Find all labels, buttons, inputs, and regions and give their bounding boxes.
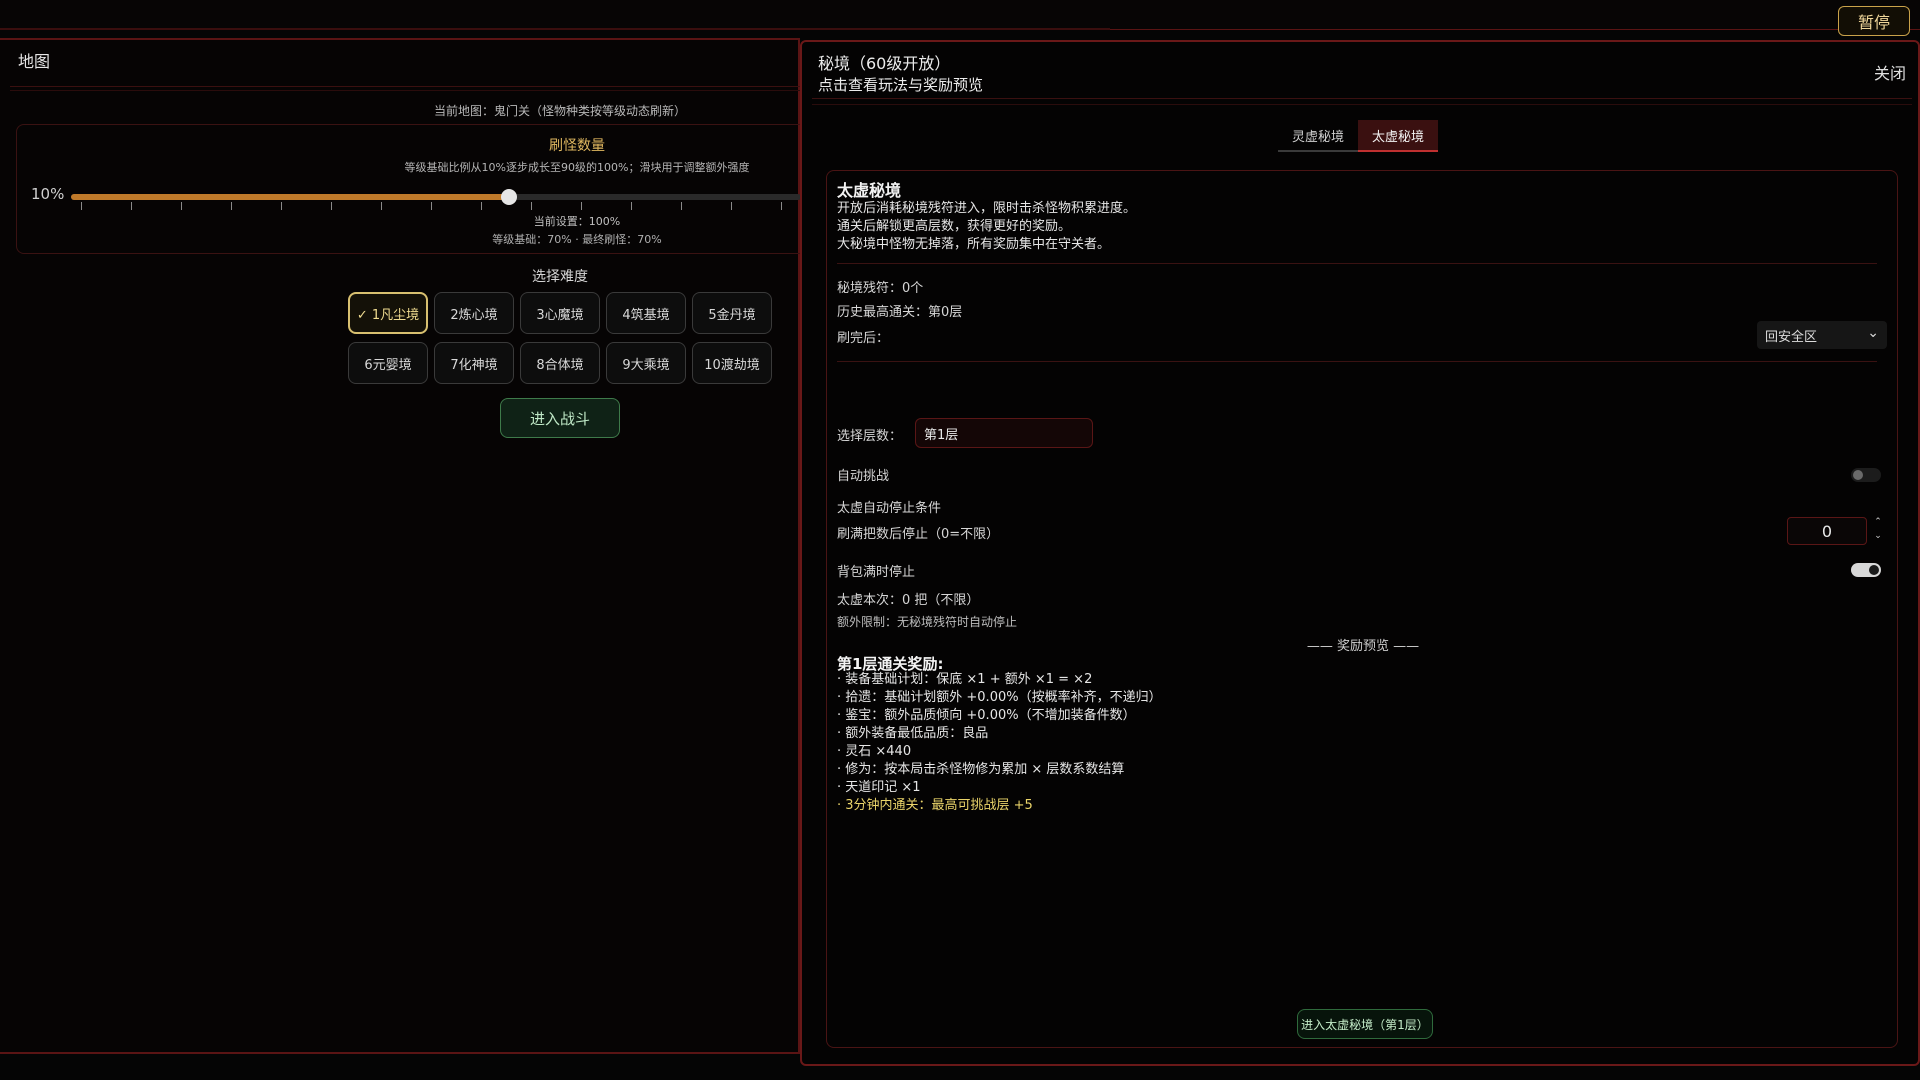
modal-subtitle: 点击查看玩法与奖励预览 [818, 76, 984, 94]
reward-item: · 拾遗：基础计划额外 +0.00%（按概率补齐，不递归） [837, 690, 1162, 705]
pause-button[interactable]: 暂停 [1838, 6, 1910, 36]
map-panel-title: 地图 [18, 52, 51, 71]
slider-tick [281, 202, 282, 210]
slider-tick [581, 202, 582, 210]
reward-preview-divider: —— 奖励预览 —— [1306, 639, 1420, 654]
slider-tick [481, 202, 482, 210]
auto-challenge-label: 自动挑战 [837, 469, 890, 484]
reward-item: · 修为：按本局击杀怪物修为累加 × 层数系数结算 [837, 762, 1125, 777]
spin-up-icon[interactable]: ⌃ [1871, 515, 1885, 529]
difficulty-option[interactable]: 5金丹境 [692, 292, 772, 334]
reward-item: · 装备基础计划：保底 ×1 + 额外 ×1 = ×2 [837, 672, 1093, 687]
toggle-knob [1853, 470, 1863, 480]
bag-full-label: 背包满时停止 [837, 565, 916, 580]
reward-item: · 额外装备最低品质：良品 [837, 726, 989, 741]
realm-tabs: 灵虚秘境 太虚秘境 [1278, 120, 1439, 152]
realm-desc-line: 通关后解锁更高层数，获得更好的奖励。 [837, 219, 1072, 234]
divider [10, 90, 800, 91]
difficulty-option[interactable]: 3心魔境 [520, 292, 600, 334]
difficulty-grid: ✓ 1凡尘境 2炼心境 3心魔境 4筑基境 5金丹境 6元婴境 7化神境 8合体境 9大乘境 10… [348, 292, 772, 384]
bag-full-toggle[interactable] [1851, 563, 1881, 577]
realm-desc-line: 开放后消耗秘境残符进入，限时击杀怪物积累进度。 [837, 201, 1137, 216]
difficulty-option[interactable]: 6元婴境 [348, 342, 428, 384]
difficulty-option[interactable]: 4筑基境 [606, 292, 686, 334]
slider-tick [681, 202, 682, 210]
after-clear-label: 刷完后： [837, 331, 890, 346]
monster-count-box: 刷怪数量 等级基础比例从10%逐步成长至90级的100%；滑块用于调整额外强度 … [16, 124, 816, 254]
realm-content-box: 太虚秘境 开放后消耗秘境残符进入，限时击杀怪物积累进度。 通关后解锁更高层数，获… [826, 170, 1898, 1048]
stop-after-input[interactable]: 0 [1787, 517, 1867, 545]
slider-tick [381, 202, 382, 210]
slider-tick [531, 202, 532, 210]
enter-battle-button[interactable]: 进入战斗 [500, 398, 620, 438]
divider [812, 104, 1912, 105]
slider-tick [231, 202, 232, 210]
spin-down-icon[interactable]: ⌄ [1871, 529, 1885, 543]
reward-item: · 天道印记 ×1 [837, 780, 921, 795]
slider-thumb[interactable] [501, 189, 517, 205]
slider-tick [181, 202, 182, 210]
modal-title: 秘境（60级开放） [818, 54, 951, 73]
reward-bonus: · 3分钟内通关：最高可挑战层 +5 [837, 798, 1033, 813]
divider [837, 361, 1877, 362]
difficulty-option[interactable]: 9大乘境 [606, 342, 686, 384]
best-clear: 历史最高通关：第0层 [837, 305, 963, 320]
this-run-text: 太虚本次：0 把（不限） [837, 593, 980, 608]
reward-list: · 装备基础计划：保底 ×1 + 额外 ×1 = ×2 · 拾遗：基础计划额外 … [837, 671, 1162, 815]
difficulty-option[interactable]: 8合体境 [520, 342, 600, 384]
secret-realm-modal: 秘境（60级开放） 点击查看玩法与奖励预览 关闭 灵虚秘境 太虚秘境 太虚秘境 … [800, 40, 1920, 1066]
slider-tick [81, 202, 82, 210]
divider [10, 86, 800, 87]
difficulty-option[interactable]: 2炼心境 [434, 292, 514, 334]
tab-lingxu[interactable]: 灵虚秘境 [1278, 120, 1359, 152]
after-clear-select[interactable]: 回安全区 ⌄ [1757, 321, 1887, 349]
monster-count-slider[interactable] [71, 189, 801, 210]
top-bar [0, 0, 1920, 30]
rune-count: 秘境残符：0个 [837, 281, 924, 296]
slider-tick [781, 202, 782, 210]
difficulty-option[interactable]: ✓ 1凡尘境 [348, 292, 428, 334]
map-panel: 地图 当前地图：鬼门关（怪物种类按等级动态刷新） 刷怪数量 等级基础比例从10%… [0, 38, 816, 1054]
extra-limit-text: 额外限制：无秘境残符时自动停止 [837, 615, 1018, 629]
after-clear-value: 回安全区 [1765, 329, 1818, 345]
number-spinner[interactable]: ⌃ ⌄ [1871, 515, 1885, 545]
slider-tick [731, 202, 732, 210]
slider-tick [331, 202, 332, 210]
difficulty-option[interactable]: 7化神境 [434, 342, 514, 384]
slider-fill [71, 194, 509, 200]
slider-tick [631, 202, 632, 210]
reward-item: · 灵石 ×440 [837, 744, 912, 759]
difficulty-option[interactable]: 10渡劫境 [692, 342, 772, 384]
toggle-knob [1869, 565, 1879, 575]
stop-after-label: 刷满把数后停止（0=不限） [837, 527, 1000, 542]
divider [812, 98, 1912, 99]
top-bar-divider [0, 28, 1110, 30]
floor-label: 选择层数： [837, 429, 903, 444]
realm-desc-line: 大秘境中怪物无掉落，所有奖励集中在守关者。 [837, 237, 1111, 252]
reward-item: · 鉴宝：额外品质倾向 +0.00%（不增加装备件数） [837, 708, 1136, 723]
auto-stop-title: 太虚自动停止条件 [837, 501, 942, 516]
divider [837, 263, 1877, 264]
enter-taixu-button[interactable]: 进入太虚秘境（第1层） [1297, 1009, 1433, 1039]
tab-taixu[interactable]: 太虚秘境 [1358, 120, 1439, 152]
chevron-down-icon: ⌄ [1867, 325, 1879, 341]
close-button[interactable]: 关闭 [1874, 60, 1906, 84]
slider-tick [131, 202, 132, 210]
slider-tick [431, 202, 432, 210]
floor-input[interactable]: 第1层 [915, 418, 1093, 448]
slider-min-label: 10% [31, 185, 65, 203]
auto-challenge-toggle[interactable] [1851, 468, 1881, 482]
